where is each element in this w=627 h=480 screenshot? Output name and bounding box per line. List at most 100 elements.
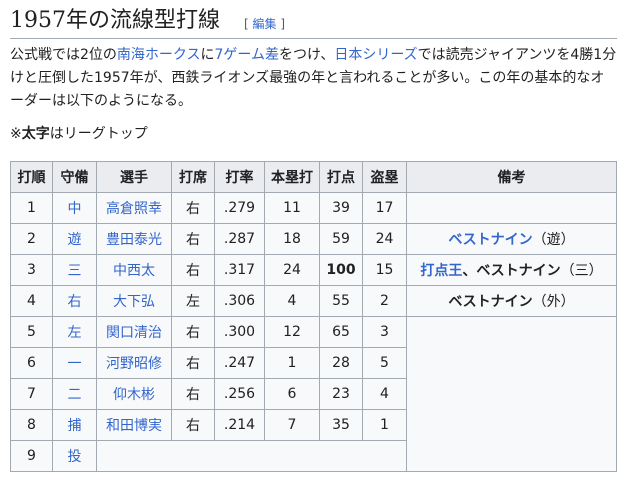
section-title: 1957年の流線型打線 [10, 8, 220, 33]
cell-stolen-bases: 17 [362, 192, 407, 224]
cell-home-runs: 1 [264, 347, 320, 379]
th-position: 守備 [52, 161, 97, 193]
th-stolen-bases: 盗塁 [362, 161, 407, 193]
cell-order: 4 [10, 285, 53, 317]
cell-rbi: 23 [319, 378, 363, 410]
cell-remarks: ベストナイン（外） [406, 285, 617, 317]
para-text-2: に [200, 47, 215, 63]
cell-order: 3 [10, 254, 53, 286]
cell-stolen-bases: 4 [362, 378, 407, 410]
para-text-3: をつけ、 [279, 47, 335, 63]
table-row: 4 右 大下弘 左 .306 4 55 2 ベストナイン（外） [10, 285, 617, 317]
cell-rbi-league-top: 100 [319, 254, 363, 286]
remark-suffix: （外） [532, 294, 575, 310]
table-row: 3 三 中西太 右 .317 24 100 15 打点王、ベストナイン（三） [10, 254, 617, 286]
cell-player-link[interactable]: 仰木彬 [96, 378, 172, 410]
cell-home-runs: 4 [264, 285, 320, 317]
table-header-row: 打順 守備 選手 打席 打率 本塁打 打点 盗塁 備考 [10, 161, 617, 193]
cell-average: .247 [214, 347, 265, 379]
cell-pitcher-empty [96, 440, 407, 472]
cell-home-runs: 12 [264, 316, 320, 348]
cell-position-link[interactable]: 中 [52, 192, 97, 224]
cell-position-link[interactable]: 右 [52, 285, 97, 317]
link-japan-series[interactable]: 日本シリーズ [334, 47, 417, 63]
cell-stolen-bases: 1 [362, 409, 407, 441]
batting-order-table: 打順 守備 選手 打席 打率 本塁打 打点 盗塁 備考 1 中 高倉照幸 右 .… [10, 161, 617, 472]
th-order: 打順 [10, 161, 53, 193]
cell-bats: 右 [171, 316, 215, 348]
cell-bats: 右 [171, 254, 215, 286]
cell-position-link[interactable]: 捕 [52, 409, 97, 441]
cell-order: 7 [10, 378, 53, 410]
cell-player-link[interactable]: 関口清治 [96, 316, 172, 348]
cell-rbi: 39 [319, 192, 363, 224]
cell-remarks: ベストナイン（遊） [406, 223, 617, 255]
cell-stolen-bases: 2 [362, 285, 407, 317]
cell-order: 8 [10, 409, 53, 441]
cell-position-link[interactable]: 投 [52, 440, 97, 472]
cell-bats: 右 [171, 409, 215, 441]
remark-separator: 、 [462, 263, 477, 279]
th-bats: 打席 [171, 161, 215, 193]
remark-rbi-title-link[interactable]: 打点王 [420, 263, 462, 279]
cell-average: .256 [214, 378, 265, 410]
cell-average: .279 [214, 192, 265, 224]
link-game-difference[interactable]: 7ゲーム差 [215, 47, 280, 63]
edit-section-link[interactable]: 編集 [253, 17, 277, 31]
para-text-1: 公式戦では2位の [10, 47, 117, 63]
cell-order: 1 [10, 192, 53, 224]
cell-player-link[interactable]: 大下弘 [96, 285, 172, 317]
table-row: 5 左 関口清治 右 .300 12 65 3 [10, 316, 617, 472]
edit-bracket-open: [ [244, 17, 249, 31]
remark-best-nine-text: ベストナイン [448, 294, 533, 310]
edit-bracket-close: ] [280, 17, 286, 31]
cell-rbi: 65 [319, 316, 363, 348]
cell-player-link[interactable]: 豊田泰光 [96, 223, 172, 255]
cell-home-runs: 18 [264, 223, 320, 255]
cell-position-link[interactable]: 三 [52, 254, 97, 286]
cell-average: .306 [214, 285, 265, 317]
remark-suffix: （三） [560, 263, 603, 279]
th-remarks: 備考 [406, 161, 617, 193]
note-bold: 太字 [21, 126, 50, 142]
cell-home-runs: 11 [264, 192, 320, 224]
cell-player-link[interactable]: 高倉照幸 [96, 192, 172, 224]
th-rbi: 打点 [319, 161, 363, 193]
cell-remarks [406, 192, 617, 224]
cell-order: 5 [10, 316, 53, 348]
remark-suffix: （遊） [532, 232, 575, 248]
cell-stolen-bases: 3 [362, 316, 407, 348]
cell-position-link[interactable]: 左 [52, 316, 97, 348]
cell-order: 2 [10, 223, 53, 255]
cell-position-link[interactable]: 一 [52, 347, 97, 379]
th-average: 打率 [214, 161, 265, 193]
cell-home-runs: 7 [264, 409, 320, 441]
cell-player-link[interactable]: 和田博実 [96, 409, 172, 441]
cell-bats: 右 [171, 192, 215, 224]
cell-bats: 右 [171, 378, 215, 410]
cell-bats: 右 [171, 223, 215, 255]
cell-player-link[interactable]: 河野昭修 [96, 347, 172, 379]
link-nankai-hawks[interactable]: 南海ホークス [117, 47, 201, 63]
cell-remarks-empty [406, 316, 617, 472]
remark-best-nine-text: ベストナイン [476, 263, 561, 279]
cell-order: 6 [10, 347, 53, 379]
cell-stolen-bases: 24 [362, 223, 407, 255]
cell-position-link[interactable]: 遊 [52, 223, 97, 255]
remark-best-nine-link[interactable]: ベストナイン [448, 232, 532, 248]
section-heading: 1957年の流線型打線 [ 編集 ] [10, 4, 617, 39]
cell-bats: 左 [171, 285, 215, 317]
bold-note: ※太字はリーグトップ [10, 123, 148, 143]
cell-rbi: 28 [319, 347, 363, 379]
cell-rbi: 59 [319, 223, 363, 255]
cell-rbi: 55 [319, 285, 363, 317]
cell-remarks: 打点王、ベストナイン（三） [406, 254, 617, 286]
th-home-runs: 本塁打 [264, 161, 320, 193]
cell-stolen-bases: 15 [362, 254, 407, 286]
cell-average: .287 [214, 223, 265, 255]
cell-home-runs: 6 [264, 378, 320, 410]
cell-average: .300 [214, 316, 265, 348]
th-player: 選手 [96, 161, 172, 193]
cell-player-link[interactable]: 中西太 [96, 254, 172, 286]
cell-position-link[interactable]: 二 [52, 378, 97, 410]
